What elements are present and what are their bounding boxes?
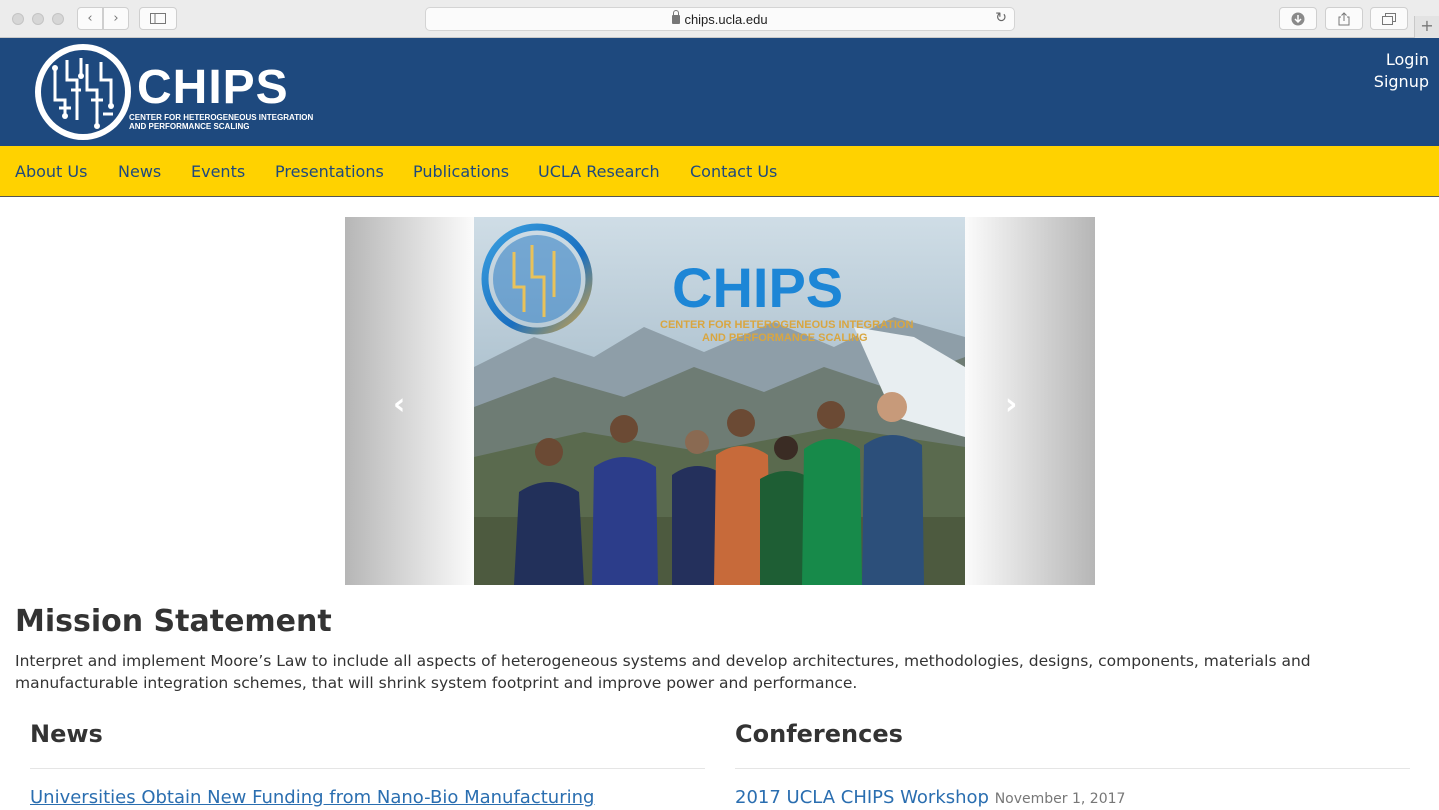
slide-title: CHIPS — [672, 256, 843, 319]
site-header: CHIPS CENTER FOR HETEROGENEOUS INTEGRATI… — [0, 38, 1439, 146]
address-bar[interactable]: chips.ucla.edu ↻ — [425, 7, 1015, 31]
nav-item-events[interactable]: Events — [191, 162, 245, 181]
nav-item-ucla-research[interactable]: UCLA Research — [538, 162, 660, 181]
nav-item-news[interactable]: News — [118, 162, 161, 181]
sidebar-icon — [150, 13, 166, 24]
reload-icon[interactable]: ↻ — [995, 10, 1007, 26]
slide-subtitle-line2: AND PERFORMANCE SCALING — [702, 332, 868, 344]
logo-subtitle: CENTER FOR HETEROGENEOUS INTEGRATION AND… — [129, 113, 314, 131]
carousel-prev-control[interactable]: ‹ — [345, 217, 474, 585]
chevron-right-icon: › — [113, 11, 119, 26]
nav-item-contact-us[interactable]: Contact Us — [690, 162, 777, 181]
back-button[interactable]: ‹ — [77, 7, 103, 30]
nav-item-about-us[interactable]: About Us — [15, 162, 87, 181]
sidebar-toggle-button[interactable] — [139, 7, 177, 30]
window-close-button[interactable] — [12, 13, 24, 25]
auth-links: Login Signup — [1374, 49, 1429, 93]
login-link[interactable]: Login — [1374, 49, 1429, 71]
downloads-button[interactable] — [1279, 7, 1317, 30]
window-minimize-button[interactable] — [32, 13, 44, 25]
image-carousel: ‹ CHIPS CENTER FOR HETEROGENEOUS INTEGRA… — [345, 217, 1095, 585]
window-zoom-button[interactable] — [52, 13, 64, 25]
carousel-slide-image: CHIPS CENTER FOR HETEROGENEOUS INTEGRATI… — [474, 217, 965, 585]
chevron-right-icon: › — [1005, 387, 1018, 422]
carousel-next-control[interactable]: › — [965, 217, 1095, 585]
url-text: chips.ucla.edu — [684, 12, 768, 27]
browser-toolbar: ‹ › chips.ucla.edu ↻ + — [0, 0, 1439, 38]
lock-icon — [672, 10, 681, 24]
mission-text: Interpret and implement Moore’s Law to i… — [15, 652, 1311, 692]
news-title: News — [30, 720, 103, 748]
chips-logo[interactable] — [35, 44, 131, 140]
forward-button[interactable]: › — [103, 7, 129, 30]
conferences-divider — [735, 768, 1410, 769]
slide-subtitle-line1: CENTER FOR HETEROGENEOUS INTEGRATION — [660, 319, 913, 331]
main-nav: About Us News Events Presentations Publi… — [0, 146, 1439, 197]
share-button[interactable] — [1325, 7, 1363, 30]
chevron-left-icon: ‹ — [87, 11, 93, 26]
nav-item-presentations[interactable]: Presentations — [275, 162, 384, 181]
news-item-link[interactable]: Universities Obtain New Funding from Nan… — [30, 787, 594, 808]
nav-item-publications[interactable]: Publications — [413, 162, 509, 181]
conference-item-date: November 1, 2017 — [994, 791, 1126, 807]
tabs-icon — [1382, 12, 1396, 25]
conferences-title: Conferences — [735, 720, 903, 748]
conference-item: 2017 UCLA CHIPS Workshop November 1, 201… — [735, 787, 1125, 808]
signup-link[interactable]: Signup — [1374, 71, 1429, 93]
logo-wordmark: CHIPS — [137, 61, 289, 114]
circuit-logo-icon — [41, 50, 125, 134]
download-icon — [1291, 12, 1305, 25]
share-icon — [1338, 11, 1350, 25]
news-divider — [30, 768, 705, 769]
chevron-left-icon: ‹ — [393, 387, 406, 422]
conference-item-link[interactable]: 2017 UCLA CHIPS Workshop — [735, 787, 989, 808]
new-tab-button[interactable]: + — [1414, 16, 1439, 38]
tabs-overview-button[interactable] — [1370, 7, 1408, 30]
mission-title: Mission Statement — [15, 604, 332, 639]
